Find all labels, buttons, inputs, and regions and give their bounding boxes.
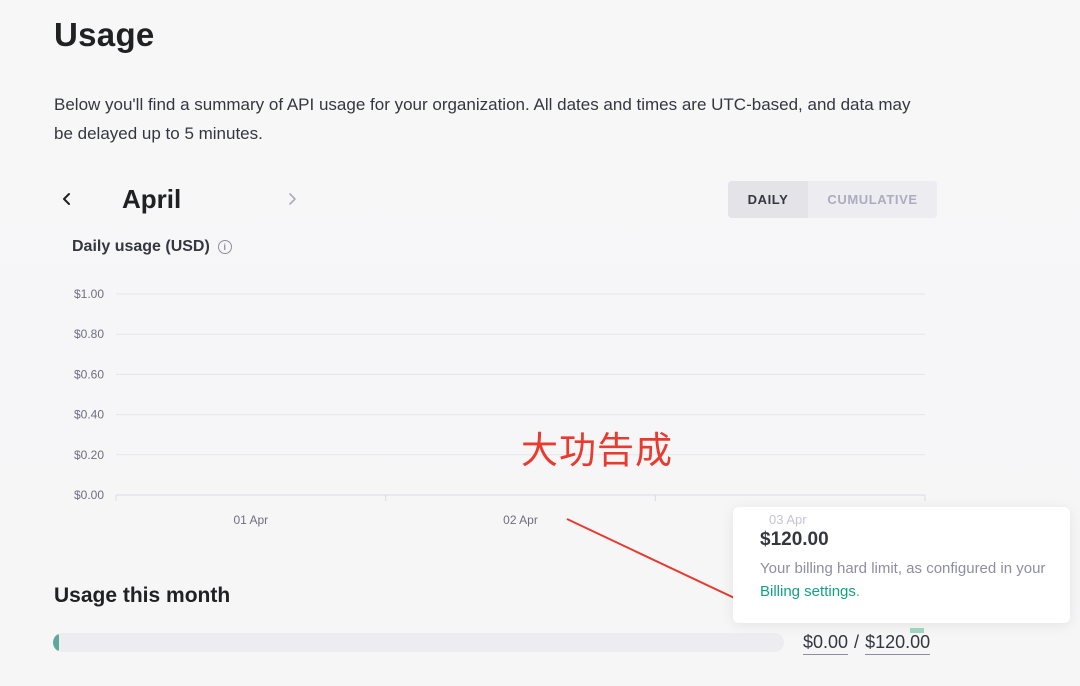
tooltip-amount: $120.00	[760, 529, 829, 550]
usage-amounts: $0.00 / $120.00	[803, 632, 931, 655]
usage-progress-fill	[53, 633, 59, 652]
y-tick-label: $0.00	[74, 488, 104, 502]
y-tick-label: $0.40	[74, 408, 104, 422]
amount-separator: /	[854, 632, 860, 652]
tooltip-caret	[910, 628, 924, 633]
y-tick-label: $1.00	[74, 287, 104, 301]
usage-this-month-title: Usage this month	[54, 584, 231, 607]
x-tick-label: 01 Apr	[233, 513, 268, 527]
tooltip-body: Your billing hard limit, as configured i…	[760, 557, 1050, 603]
x-tick-label: 02 Apr	[503, 513, 538, 527]
annotation-text: 大功告成	[521, 429, 673, 472]
billing-settings-link[interactable]: Billing settings	[760, 583, 856, 600]
tooltip-text: Your billing hard limit, as configured i…	[760, 560, 1046, 577]
spent-amount: $0.00	[803, 632, 849, 655]
usage-progress-bar	[53, 633, 784, 652]
usage-page: Usage Below you'll find a summary of API…	[0, 0, 1080, 686]
limit-amount: $120.00	[865, 632, 931, 655]
billing-limit-tooltip: 03 Apr $120.00 Your billing hard limit, …	[733, 507, 1070, 633]
y-tick-label: $0.60	[74, 367, 104, 381]
y-tick-label: $0.80	[74, 327, 104, 341]
tooltip-text-end: .	[855, 583, 861, 600]
tooltip-hint: 03 Apr	[769, 512, 807, 527]
y-tick-label: $0.20	[74, 448, 104, 462]
